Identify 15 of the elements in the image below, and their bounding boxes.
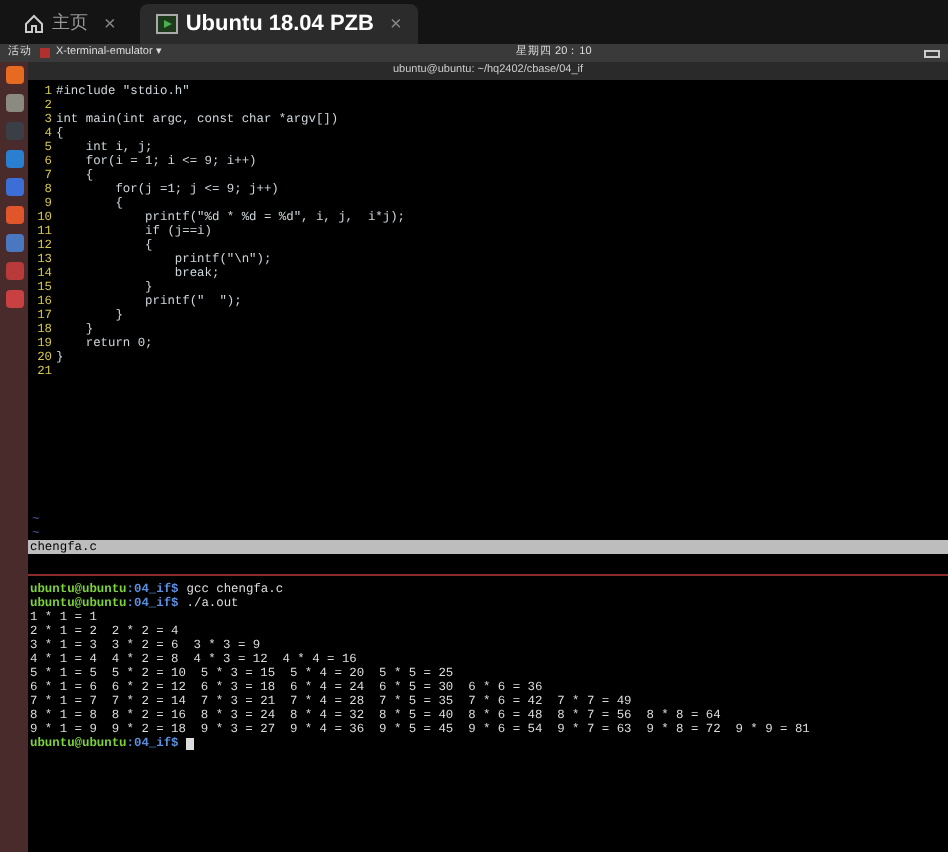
browser-tab[interactable]: 主页 ×	[8, 4, 132, 44]
app-icon[interactable]	[5, 290, 23, 308]
app-icon[interactable]	[5, 206, 23, 224]
close-icon[interactable]: ×	[389, 9, 402, 39]
app-icon[interactable]	[5, 262, 23, 280]
home-icon	[24, 14, 44, 34]
app-icon[interactable]	[5, 178, 23, 196]
screen-icon	[155, 14, 178, 34]
browser-tab[interactable]: Ubuntu 18.04 PZB ×	[139, 4, 418, 44]
app-icon[interactable]	[5, 66, 23, 84]
app-icon[interactable]	[5, 234, 23, 252]
close-icon[interactable]: ×	[104, 9, 116, 39]
app-icon	[40, 48, 50, 58]
app-icon[interactable]	[5, 94, 23, 112]
app-icon[interactable]	[5, 150, 23, 168]
